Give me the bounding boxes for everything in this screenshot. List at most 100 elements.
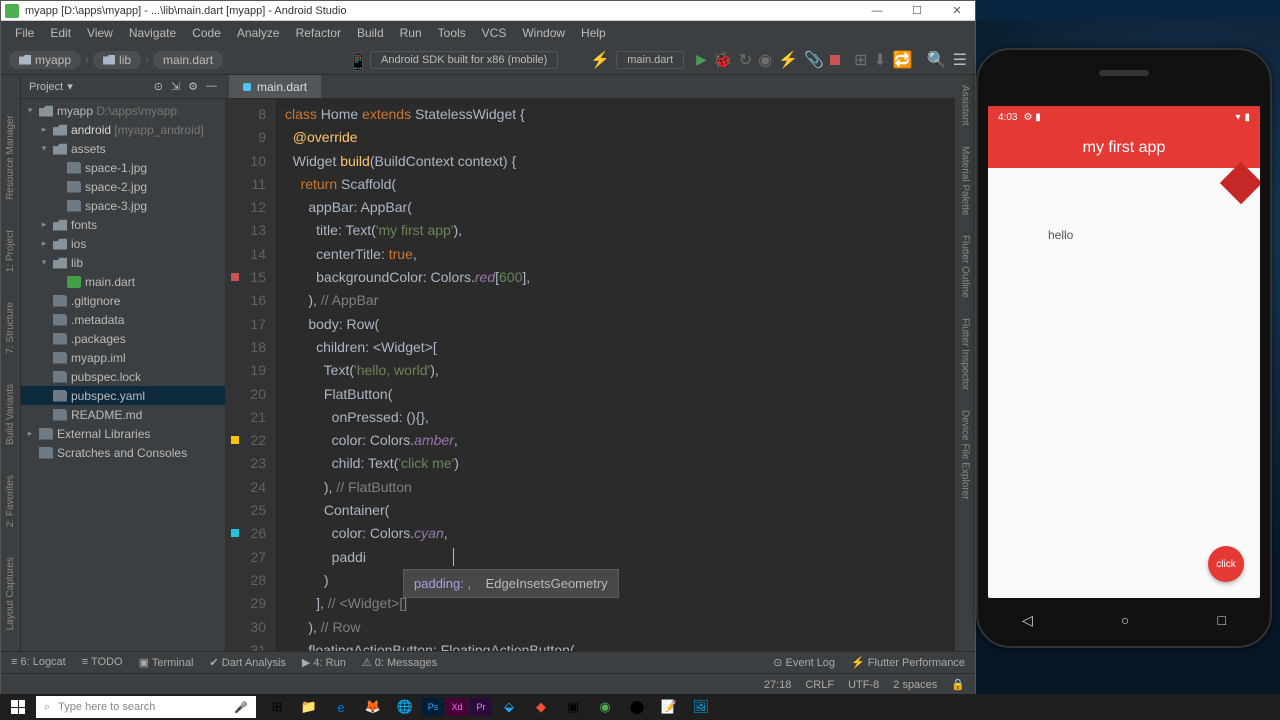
collapse-all-icon[interactable]: ⇲ <box>171 80 180 93</box>
bottom-tab[interactable]: ≡ TODO <box>82 656 123 669</box>
menu-navigate[interactable]: Navigate <box>121 24 184 42</box>
menu-analyze[interactable]: Analyze <box>229 24 288 42</box>
menu-help[interactable]: Help <box>573 24 614 42</box>
coverage-button[interactable]: ↻ <box>739 50 752 70</box>
obs-icon[interactable]: ⬤ <box>622 694 652 720</box>
debug-button[interactable]: 🐞 <box>713 50 733 70</box>
hide-panel-icon[interactable]: — <box>206 80 217 93</box>
premiere-icon[interactable]: Pr <box>470 698 492 716</box>
menu-refactor[interactable]: Refactor <box>288 24 349 42</box>
run-config-select[interactable]: main.dart <box>616 51 684 69</box>
tree-node[interactable]: Scratches and Consoles <box>21 443 225 462</box>
left-tab[interactable]: 1: Project <box>5 230 16 272</box>
breadcrumb[interactable]: myapp › lib › main.dart <box>9 51 223 69</box>
encoding[interactable]: UTF-8 <box>848 679 879 691</box>
bottom-tab[interactable]: ⊙ Event Log <box>773 656 835 669</box>
menu-vcs[interactable]: VCS <box>474 24 515 42</box>
tree-node[interactable]: pubspec.lock <box>21 367 225 386</box>
left-tab[interactable]: Layout Captures <box>5 557 16 630</box>
bottom-tab[interactable]: ⚠ 0: Messages <box>362 656 437 669</box>
tree-node[interactable]: ▾assets <box>21 139 225 158</box>
tree-node[interactable]: .gitignore <box>21 291 225 310</box>
minimize-button[interactable]: — <box>863 3 891 19</box>
tree-node[interactable]: ▸External Libraries <box>21 424 225 443</box>
notepad-icon[interactable]: 📝 <box>654 694 684 720</box>
profile-button[interactable]: ◉ <box>758 50 772 70</box>
menu-file[interactable]: File <box>7 24 42 42</box>
code-editor[interactable]: 8 9 10 11 12 13 14 15 16 17 18 19 20 21 … <box>225 99 955 651</box>
tree-node[interactable]: ▸fonts <box>21 215 225 234</box>
search-button[interactable]: 🔍 <box>927 50 947 70</box>
right-tab[interactable]: Assistant <box>960 85 971 126</box>
close-button[interactable]: ✕ <box>943 3 971 19</box>
sdk-manager-button[interactable]: ⬇ <box>873 50 886 70</box>
tree-node[interactable]: main.dart <box>21 272 225 291</box>
start-button[interactable] <box>0 694 36 720</box>
settings-button[interactable]: ☰ <box>953 50 967 70</box>
menu-view[interactable]: View <box>79 24 121 42</box>
tree-node[interactable]: ▸android [myapp_android] <box>21 120 225 139</box>
sync-button[interactable]: 🔁 <box>893 50 913 70</box>
emulator-fab[interactable]: click <box>1208 546 1244 582</box>
tree-node[interactable]: ▾myapp D:\apps\myapp <box>21 101 225 120</box>
panel-settings-icon[interactable]: ⚙ <box>188 80 198 93</box>
left-tab[interactable]: 2: Favorites <box>5 475 16 527</box>
images-icon[interactable]: 🖼 <box>686 694 716 720</box>
tree-node[interactable]: ▸ios <box>21 234 225 253</box>
run-button[interactable]: ▶ <box>696 51 707 68</box>
firefox-icon[interactable]: 🦊 <box>358 694 388 720</box>
tree-node[interactable]: ▾lib <box>21 253 225 272</box>
xd-icon[interactable]: Xd <box>446 698 468 716</box>
line-ending[interactable]: CRLF <box>805 679 834 691</box>
vscode-icon[interactable]: ⬙ <box>494 694 524 720</box>
home-button[interactable]: ○ <box>1121 612 1129 628</box>
cmd-icon[interactable]: ▣ <box>558 694 588 720</box>
chrome-icon[interactable]: 🌐 <box>390 694 420 720</box>
tree-node[interactable]: myapp.iml <box>21 348 225 367</box>
autocomplete-popup[interactable]: padding: , EdgeInsetsGeometry <box>403 569 619 598</box>
menu-run[interactable]: Run <box>392 24 430 42</box>
menu-edit[interactable]: Edit <box>42 24 79 42</box>
menu-tools[interactable]: Tools <box>430 24 474 42</box>
device-select[interactable]: Android SDK built for x86 (mobile) <box>370 51 558 69</box>
recents-button[interactable]: □ <box>1217 612 1225 628</box>
indent[interactable]: 2 spaces <box>893 679 937 691</box>
left-tab[interactable]: Build Variants <box>5 384 16 445</box>
explorer-icon[interactable]: 📁 <box>294 694 324 720</box>
right-tab[interactable]: Device File Explorer <box>960 410 971 499</box>
left-tab[interactable]: 7: Structure <box>5 302 16 354</box>
git-icon[interactable]: ◆ <box>526 694 556 720</box>
maximize-button[interactable]: ☐ <box>903 3 931 19</box>
bottom-tab[interactable]: ≡ 6: Logcat <box>11 656 66 669</box>
tree-node[interactable]: space-3.jpg <box>21 196 225 215</box>
bottom-tab[interactable]: ✔ Dart Analysis <box>209 656 285 669</box>
right-tab[interactable]: Flutter Outline <box>960 235 971 298</box>
editor-tab-main[interactable]: main.dart <box>229 75 321 98</box>
tree-node[interactable]: .metadata <box>21 310 225 329</box>
menu-build[interactable]: Build <box>349 24 392 42</box>
hot-reload-button[interactable]: ⚡ <box>778 50 798 70</box>
panel-title[interactable]: Project <box>29 81 63 93</box>
tree-node[interactable]: space-1.jpg <box>21 158 225 177</box>
tree-node[interactable]: README.md <box>21 405 225 424</box>
left-tab[interactable]: Resource Manager <box>5 115 16 200</box>
tree-node[interactable]: .packages <box>21 329 225 348</box>
taskbar-search[interactable]: ⌕ Type here to search 🎤 <box>36 696 256 718</box>
photoshop-icon[interactable]: Ps <box>422 698 444 716</box>
android-studio-icon[interactable]: ◉ <box>590 694 620 720</box>
select-opened-file-icon[interactable]: ⊙ <box>154 80 163 93</box>
stop-button[interactable] <box>830 55 840 65</box>
bottom-tab[interactable]: ⚡ Flutter Performance <box>851 656 965 669</box>
task-view-icon[interactable]: ⊞ <box>262 694 292 720</box>
back-button[interactable]: ◁ <box>1022 612 1033 629</box>
tree-node[interactable]: pubspec.yaml <box>21 386 225 405</box>
bottom-tab[interactable]: ▶ 4: Run <box>302 656 346 669</box>
attach-button[interactable]: 📎 <box>804 50 824 70</box>
avd-manager-button[interactable]: ⊞ <box>854 50 867 70</box>
right-tab[interactable]: Material Palette <box>960 146 971 215</box>
edge-icon[interactable]: e <box>326 694 356 720</box>
mic-icon[interactable]: 🎤 <box>234 701 248 714</box>
bottom-tab[interactable]: ▣ Terminal <box>139 656 194 669</box>
right-tab[interactable]: Flutter Inspector <box>960 318 971 390</box>
menu-window[interactable]: Window <box>514 24 573 42</box>
